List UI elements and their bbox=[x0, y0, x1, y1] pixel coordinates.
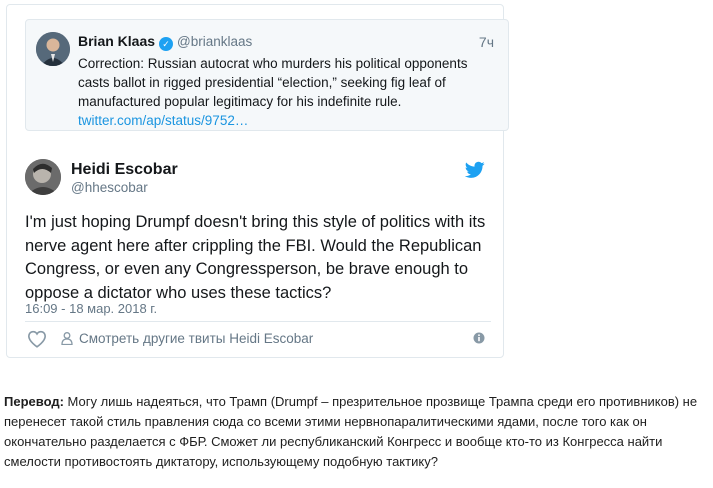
tweet-timestamp[interactable]: 16:09 - 18 мар. 2018 г. bbox=[25, 301, 157, 316]
heart-icon[interactable] bbox=[27, 330, 47, 348]
quoted-tweet-text: Correction: Russian autocrat who murders… bbox=[78, 56, 468, 109]
author-name[interactable]: Heidi Escobar bbox=[71, 161, 178, 179]
translation-text: Могу лишь надеяться, что Трамп (Drumpf –… bbox=[4, 394, 698, 469]
quoted-author-name[interactable]: Brian Klaas bbox=[78, 33, 155, 49]
translation-paragraph: Перевод: Могу лишь надеяться, что Трамп … bbox=[4, 392, 710, 472]
quoted-tweet-text-block: Correction: Russian autocrat who murders… bbox=[78, 54, 494, 130]
author-avatar[interactable] bbox=[25, 159, 61, 195]
twitter-bird-icon[interactable] bbox=[465, 161, 485, 179]
person-icon bbox=[61, 332, 73, 345]
quoted-author-avatar[interactable] bbox=[36, 32, 70, 66]
author-handle[interactable]: @hhescobar bbox=[71, 180, 148, 195]
quoted-tweet-header: Brian Klaas ✓ @brianklaas 7ч bbox=[78, 33, 494, 53]
quoted-tweet-link[interactable]: twitter.com/ap/status/9752… bbox=[78, 111, 494, 130]
more-tweets-link[interactable]: Смотреть другие твиты Heidi Escobar bbox=[61, 331, 313, 346]
divider bbox=[25, 321, 491, 322]
info-icon[interactable] bbox=[473, 332, 485, 344]
quoted-tweet[interactable]: Brian Klaas ✓ @brianklaas 7ч Correction: R… bbox=[25, 19, 509, 131]
tweet-card: Brian Klaas ✓ @brianklaas 7ч Correction: R… bbox=[6, 4, 509, 358]
translation-label: Перевод: bbox=[4, 394, 64, 409]
more-tweets-label: Смотреть другие твиты Heidi Escobar bbox=[79, 331, 314, 346]
quoted-tweet-time[interactable]: 7ч bbox=[479, 34, 494, 50]
quoted-author-handle[interactable]: @brianklaas bbox=[177, 34, 252, 49]
verified-badge-icon: ✓ bbox=[159, 37, 174, 51]
tweet-text: I'm just hoping Drumpf doesn't bring thi… bbox=[25, 213, 486, 302]
